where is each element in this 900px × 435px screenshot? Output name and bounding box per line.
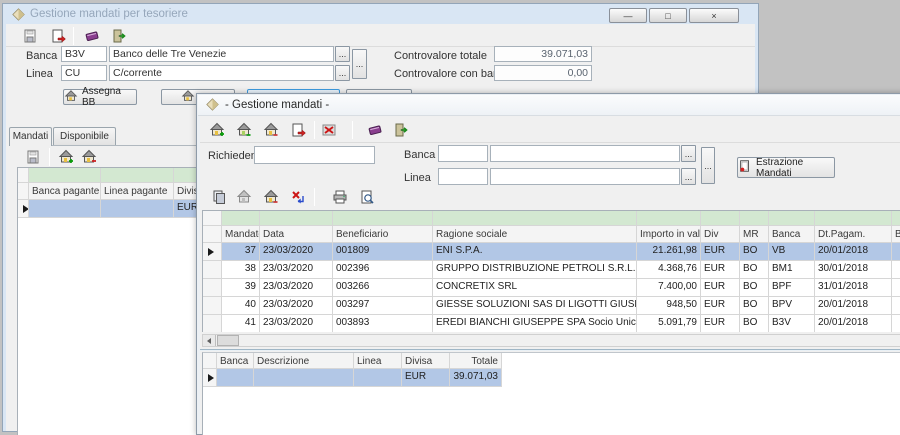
grid-header-row: MandatoDataBeneficiarioRagione socialeIm… xyxy=(203,226,900,243)
toolbar-separator xyxy=(352,121,353,139)
advanced-lookup-button[interactable]: ... xyxy=(352,49,367,79)
linea-code-field[interactable] xyxy=(61,65,107,81)
banca-desc-input[interactable] xyxy=(490,145,680,162)
richiedente-input[interactable] xyxy=(254,146,375,164)
house-gold-icon[interactable] xyxy=(262,121,280,139)
copy-icon[interactable] xyxy=(210,188,228,206)
table-row[interactable]: 3923/03/2020003266CONCRETIX SRL7.400,00E… xyxy=(203,279,900,297)
linea-lookup-button[interactable]: ... xyxy=(335,65,350,81)
totals-grid: BancaDescrizioneLineaDivisaTotaleEUR39.0… xyxy=(202,352,900,435)
banca-code-input[interactable] xyxy=(438,145,488,162)
grid-band xyxy=(203,211,900,226)
toolbar-separator xyxy=(314,121,315,139)
table-row[interactable]: 3823/03/2020002396GRUPPO DISTRIBUZIONE P… xyxy=(203,261,900,279)
house-icon xyxy=(64,89,78,106)
front-grid-toolbar xyxy=(200,187,420,209)
house-add-icon[interactable] xyxy=(57,148,75,166)
back-grid-toolbar xyxy=(9,147,209,167)
banca-lookup-button[interactable]: ... xyxy=(681,145,696,162)
delete-x-icon[interactable] xyxy=(320,121,338,139)
selected-row-arrow-icon xyxy=(208,248,214,256)
app-diamond-icon xyxy=(206,98,219,111)
help-book-icon[interactable] xyxy=(366,121,384,139)
table-row[interactable]: 3723/03/2020001809ENI S.P.A.21.261,98EUR… xyxy=(203,243,900,261)
maximize-button[interactable]: □ xyxy=(649,8,687,23)
mandati-grid: MandatoDataBeneficiarioRagione socialeIm… xyxy=(202,210,900,332)
front-window-content: Richiedente Banca ... Linea ... ... Estr… xyxy=(200,116,900,434)
row-indicator xyxy=(203,315,222,332)
window-title: - Gestione mandati - xyxy=(225,99,329,111)
tab-mandati[interactable]: Mandati xyxy=(9,127,52,146)
back-toolbar xyxy=(6,24,755,47)
banca-desc-field[interactable] xyxy=(109,46,334,62)
linea-desc-input[interactable] xyxy=(490,168,680,185)
exit-door-icon[interactable] xyxy=(391,121,409,139)
extract-doc-icon xyxy=(738,159,752,176)
toolbar-separator xyxy=(73,27,74,45)
linea-lookup-button[interactable]: ... xyxy=(681,168,696,185)
remove-arrow-icon[interactable] xyxy=(289,188,307,206)
table-row[interactable]: 4023/03/2020003297GIESSE SOLUZIONI SAS D… xyxy=(203,297,900,315)
house-gold-icon[interactable] xyxy=(262,188,280,206)
save-icon[interactable] xyxy=(24,148,42,166)
controvalore-banca-field xyxy=(494,65,592,81)
house-refresh-icon[interactable] xyxy=(235,121,253,139)
controvalore-totale-field xyxy=(494,46,592,62)
window-gestione-mandati: - Gestione mandati - Richiedente Banca .… xyxy=(196,93,900,435)
save-icon[interactable] xyxy=(21,27,39,45)
linea-desc-field[interactable] xyxy=(109,65,334,81)
table-row[interactable]: 4123/03/2020003893EREDI BIANCHI GIUSEPPE… xyxy=(203,315,900,332)
linea-label: Linea xyxy=(26,68,53,80)
close-button[interactable]: × xyxy=(689,8,739,23)
estrazione-mandati-button[interactable]: Estrazione Mandati xyxy=(737,157,835,178)
controvalore-totale-label: Controvalore totale xyxy=(394,50,487,62)
row-indicator xyxy=(203,243,222,261)
table-row[interactable]: EUR39.071,03 xyxy=(203,369,900,387)
toolbar-separator xyxy=(49,148,50,166)
app-diamond-icon xyxy=(12,8,25,21)
front-titlebar: - Gestione mandati - xyxy=(198,95,900,116)
doc-exit-icon[interactable] xyxy=(289,121,307,139)
house-delete-icon[interactable] xyxy=(80,148,98,166)
scroll-left-button[interactable] xyxy=(203,335,216,346)
preview-icon[interactable] xyxy=(358,188,376,206)
banca-code-field[interactable] xyxy=(61,46,107,62)
banca-label: Banca xyxy=(404,149,435,161)
house-icon xyxy=(181,89,195,106)
scrollbar-thumb[interactable] xyxy=(217,335,239,346)
linea-code-input[interactable] xyxy=(438,168,488,185)
row-indicator xyxy=(203,261,222,279)
house-gray-icon[interactable] xyxy=(235,188,253,206)
minimize-button[interactable]: — xyxy=(609,8,647,23)
row-indicator xyxy=(203,279,222,297)
linea-label: Linea xyxy=(404,172,431,184)
advanced-lookup-button[interactable]: ... xyxy=(701,147,715,184)
row-indicator xyxy=(18,200,29,218)
panel-divider xyxy=(200,349,900,351)
doc-exit-icon[interactable] xyxy=(49,27,67,45)
help-book-icon[interactable] xyxy=(83,27,101,45)
tab-disponibile[interactable]: Disponibile xyxy=(53,127,116,145)
print-icon[interactable] xyxy=(331,188,349,206)
row-indicator xyxy=(203,369,217,387)
toolbar-separator xyxy=(314,188,315,206)
assegna-bb-button[interactable]: Assegna BB xyxy=(63,89,137,105)
window-title: Gestione mandati per tesoriere xyxy=(30,8,188,20)
grid-header-row: BancaDescrizioneLineaDivisaTotale xyxy=(203,353,900,369)
horizontal-scrollbar[interactable] xyxy=(202,334,900,347)
front-toolbar xyxy=(200,116,900,143)
row-indicator xyxy=(203,297,222,315)
house-add-icon[interactable] xyxy=(208,121,226,139)
exit-door-icon[interactable] xyxy=(109,27,127,45)
selected-row-arrow-icon xyxy=(208,374,214,382)
banca-label: Banca xyxy=(26,50,57,62)
banca-lookup-button[interactable]: ... xyxy=(335,46,350,62)
